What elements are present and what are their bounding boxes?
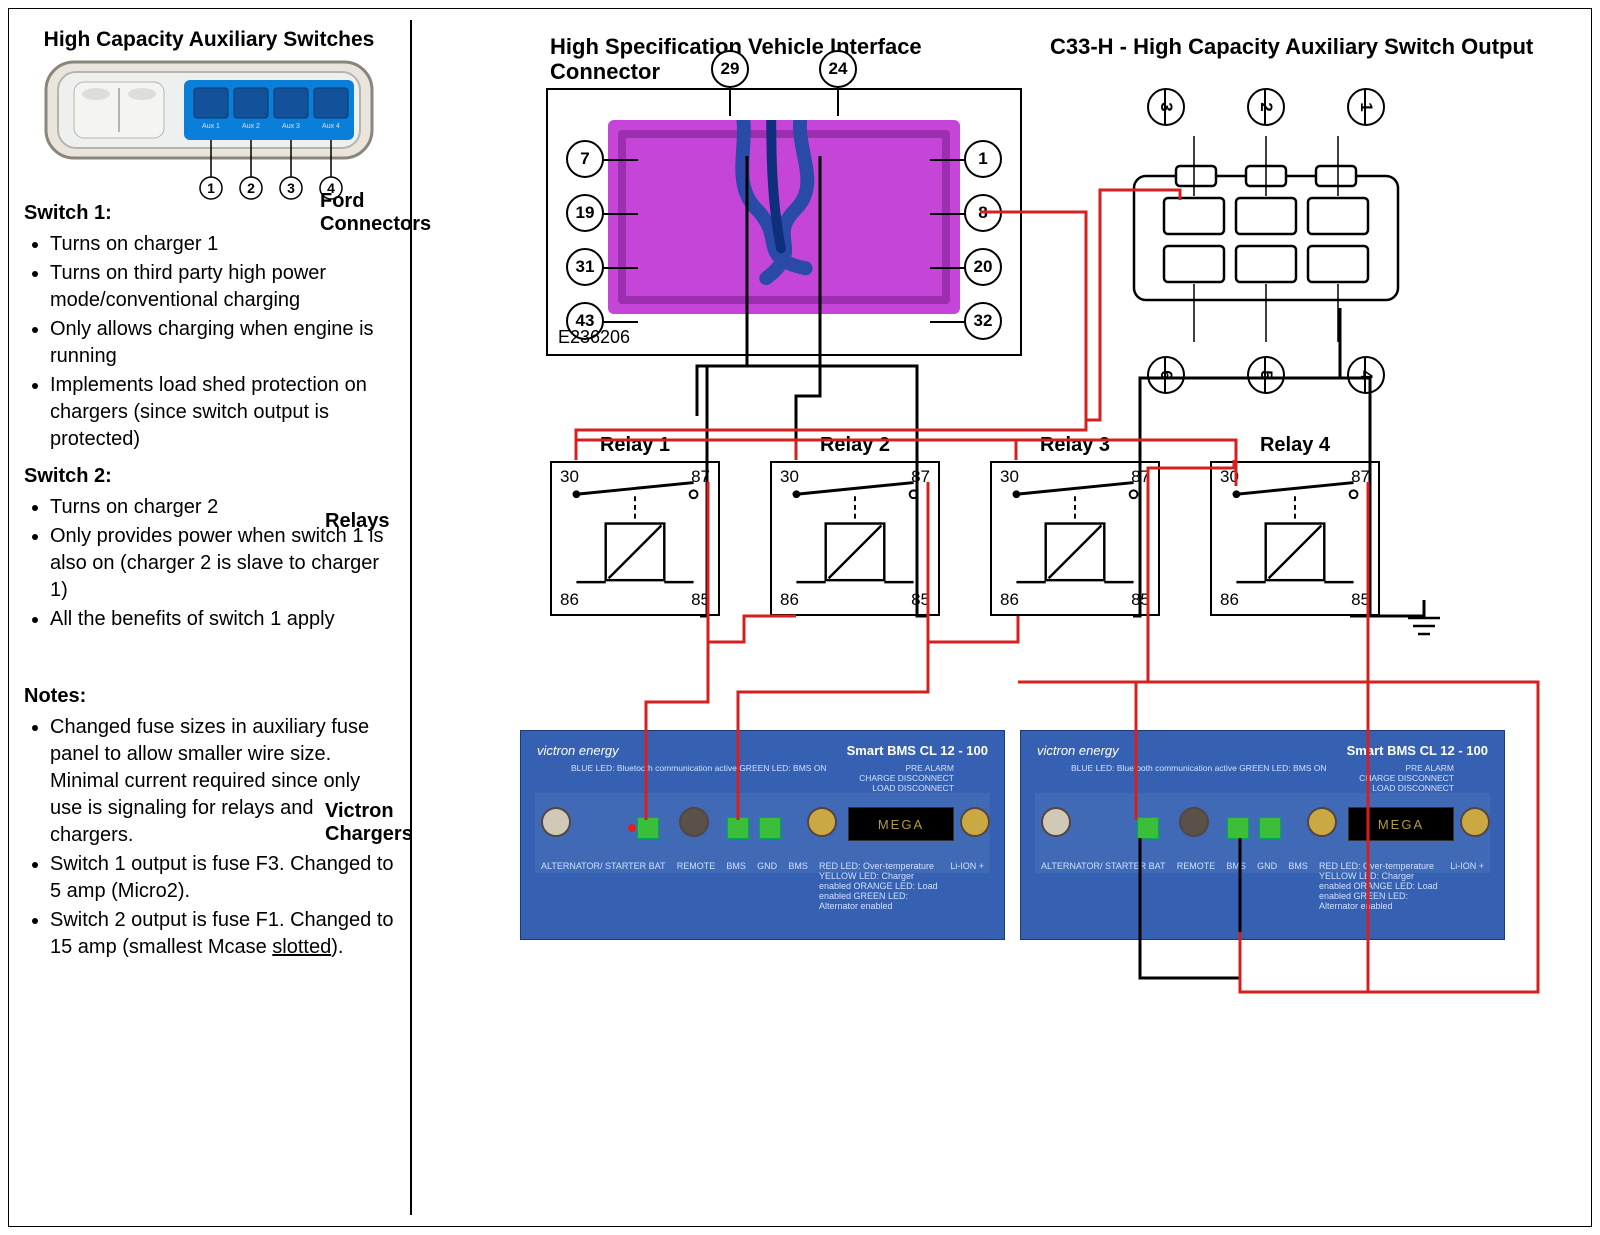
switch-description-text: Switch 1: Turns on charger 1 Turns on th… [24, 200, 394, 961]
diagram-area: High Specification Vehicle Interface Con… [420, 20, 1580, 1215]
charger-1-lbl-remote: REMOTE [677, 861, 716, 911]
charger-1-alt-terminal [541, 807, 571, 837]
hsvic-pin-7: 7 [566, 140, 604, 178]
charger-1-mega-fuse: MEGA [848, 807, 954, 841]
hsvic-pin-24: 24 [819, 50, 857, 88]
charger-1-fused-terminal [807, 807, 837, 837]
switch1-item-1: Turns on third party high power mode/con… [50, 260, 394, 314]
svg-text:Aux 4: Aux 4 [322, 123, 340, 130]
c33-pin-5: 5 [1247, 356, 1285, 394]
svg-text:Aux 3: Aux 3 [282, 123, 300, 130]
hsvic-pin-32: 32 [964, 302, 1002, 340]
relay-3: Relay 3 30 87 86 85 [990, 434, 1160, 616]
switch2-head: Switch 2: [24, 463, 394, 490]
relays-label: Relays [325, 510, 420, 533]
charger-2-lbl-bms: BMS [1226, 861, 1246, 911]
charger-2-fused-terminal [1307, 807, 1337, 837]
hsvic-body [608, 120, 960, 314]
hsvic-pin-8: 8 [964, 194, 1002, 232]
aux-switches-title: High Capacity Auxiliary Switches [24, 28, 394, 52]
charger-1-brand: victron energy [537, 743, 619, 758]
notes-item-2: Switch 2 output is fuse F1. Changed to 1… [50, 907, 394, 961]
charger-1-indicators: PRE ALARMCHARGE DISCONNECTLOAD DISCONNEC… [859, 763, 954, 793]
aux-pin-1: 1 [207, 180, 215, 196]
relay-2-title: Relay 2 [770, 434, 940, 457]
hsvic-pin-1: 1 [964, 140, 1002, 178]
c33-pin-2: 2 [1247, 88, 1285, 126]
hsvic-connector: 29 24 7 19 31 43 1 8 20 32 E236206 [546, 88, 1022, 356]
charger-1-model: Smart BMS CL 12 - 100 [847, 743, 988, 758]
relay-1-title: Relay 1 [550, 434, 720, 457]
charger-2-liion-terminal [1460, 807, 1490, 837]
victron-charger-1: victron energy Smart BMS CL 12 - 100 BLU… [520, 730, 1005, 940]
victron-chargers-label: Victron Chargers [325, 800, 425, 846]
ground-icon [1404, 600, 1444, 655]
switch1-item-3: Implements load shed protection on charg… [50, 372, 394, 453]
charger-2-bms2-port [1259, 817, 1281, 839]
charger-2-led-right: RED LED: Over-temperature YELLOW LED: Ch… [1319, 861, 1439, 911]
charger-2-lbl-liion: Li-ION + [1450, 861, 1484, 911]
charger-2-model: Smart BMS CL 12 - 100 [1347, 743, 1488, 758]
aux-pin-2: 2 [247, 180, 255, 196]
charger-2-gnd-port [1227, 817, 1249, 839]
notes-item-1: Switch 1 output is fuse F3. Changed to 5… [50, 851, 394, 905]
c33-pin-1: 1 [1347, 88, 1385, 126]
charger-1-remote-port [637, 817, 659, 839]
charger-2-remote-port [1137, 817, 1159, 839]
charger-2-brand: victron energy [1037, 743, 1119, 758]
c33-pin-6: 6 [1147, 356, 1185, 394]
hsvic-cable-icon [608, 120, 960, 318]
victron-charger-2: victron energy Smart BMS CL 12 - 100 BLU… [1020, 730, 1505, 940]
relay-4: Relay 4 30 87 86 85 [1210, 434, 1380, 616]
charger-1-lbl-bms2: BMS [788, 861, 808, 911]
hsvic-pin-20: 20 [964, 248, 1002, 286]
svg-text:Aux 2: Aux 2 [242, 123, 260, 130]
relay-3-title: Relay 3 [990, 434, 1160, 457]
relay-1: Relay 1 30 87 86 85 [550, 434, 720, 616]
charger-1-lbl-gnd: GND [757, 861, 777, 911]
charger-2-indicators: PRE ALARMCHARGE DISCONNECTLOAD DISCONNEC… [1359, 763, 1454, 793]
ford-connectors-label: Ford Connectors [320, 190, 415, 236]
hsvic-pin-31: 31 [566, 248, 604, 286]
charger-1-bms-terminal [679, 807, 709, 837]
charger-1-led-right: RED LED: Over-temperature YELLOW LED: Ch… [819, 861, 939, 911]
charger-1-led-left: BLUE LED: Bluetooth communication active… [571, 763, 827, 793]
charger-1-lbl-alt: ALTERNATOR/ STARTER BAT [541, 861, 666, 911]
aux-pin-3: 3 [287, 180, 295, 196]
c33-title: C33-H - High Capacity Auxiliary Switch O… [1050, 34, 1600, 60]
aux-switch-panel-image: Aux 1Aux 2Aux 3Aux 4 1 2 3 4 [44, 60, 374, 180]
charger-2-lbl-bms2: BMS [1288, 861, 1308, 911]
charger-1-liion-terminal [960, 807, 990, 837]
svg-text:Aux 1: Aux 1 [202, 123, 220, 130]
slotted-underline: slotted [272, 936, 331, 958]
charger-2-lbl-alt: ALTERNATOR/ STARTER BAT [1041, 861, 1166, 911]
charger-2-mega-fuse: MEGA [1348, 807, 1454, 841]
charger-1-bms2-port [759, 817, 781, 839]
charger-2-lbl-gnd: GND [1257, 861, 1277, 911]
charger-2-bms-terminal [1179, 807, 1209, 837]
c33h-connector: 3 2 1 6 5 4 [1116, 136, 1416, 346]
charger-1-lbl-liion: Li-ION + [950, 861, 984, 911]
charger-2-alt-terminal [1041, 807, 1071, 837]
switch2-item-2: All the benefits of switch 1 apply [50, 606, 394, 633]
switch1-list: Turns on charger 1 Turns on third party … [50, 231, 394, 453]
c33-pin-4: 4 [1347, 356, 1385, 394]
hsvic-ecode: E236206 [558, 327, 630, 348]
charger-2-lbl-remote: REMOTE [1177, 861, 1216, 911]
hsvic-pin-19: 19 [566, 194, 604, 232]
charger-2-led-left: BLUE LED: Bluetooth communication active… [1071, 763, 1327, 793]
switch2-item-1: Only provides power when switch 1 is als… [50, 523, 394, 604]
c33-pin-3: 3 [1147, 88, 1185, 126]
hsvic-pin-29: 29 [711, 50, 749, 88]
charger-1-lbl-bms: BMS [726, 861, 746, 911]
charger-1-gnd-port [727, 817, 749, 839]
switch1-item-2: Only allows charging when engine is runn… [50, 316, 394, 370]
relay-2: Relay 2 30 87 86 85 [770, 434, 940, 616]
relay-4-title: Relay 4 [1210, 434, 1380, 457]
notes-head: Notes: [24, 683, 394, 710]
